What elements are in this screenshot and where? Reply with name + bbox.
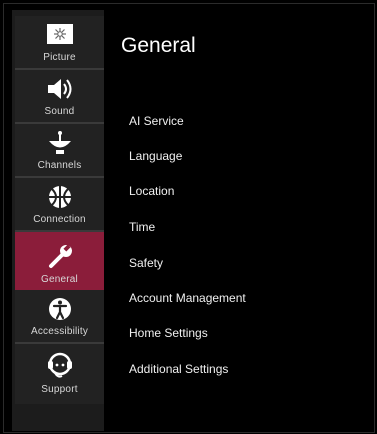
menu-item-location[interactable]: Location [129,184,174,198]
sidebar-item-label: General [41,274,78,285]
menu-item-account-management[interactable]: Account Management [129,291,246,305]
sidebar-item-picture[interactable]: Picture [15,16,104,70]
settings-content: General AI Service Language Location Tim… [105,10,373,431]
satellite-dish-icon [42,128,78,158]
sidebar-item-connection[interactable]: Connection [15,178,104,232]
sidebar-item-sound[interactable]: Sound [15,70,104,124]
picture-icon [42,20,78,50]
sidebar-item-label: Support [41,384,78,395]
menu-item-time[interactable]: Time [129,220,155,234]
menu-item-language[interactable]: Language [129,149,182,163]
sidebar-item-label: Channels [37,160,82,171]
accessibility-icon [42,294,78,324]
sidebar-item-channels[interactable]: Channels [15,124,104,178]
wrench-icon [42,242,78,272]
support-icon [42,348,78,382]
sidebar-item-support[interactable]: Support [15,344,104,404]
sidebar-item-accessibility[interactable]: Accessibility [15,290,104,344]
page-title: General [121,34,196,57]
sidebar-item-general[interactable]: General [15,232,104,290]
menu-item-additional-settings[interactable]: Additional Settings [129,362,228,376]
sidebar-item-label: Sound [44,106,75,117]
menu-item-safety[interactable]: Safety [129,256,163,270]
speaker-icon [42,74,78,104]
sidebar-item-label: Picture [43,52,76,63]
globe-icon [42,182,78,212]
sidebar-item-label: Accessibility [30,326,89,337]
sidebar-item-label: Connection [33,214,86,225]
menu-item-home-settings[interactable]: Home Settings [129,326,208,340]
settings-sidebar: Picture Sound Channels Connection Genera… [12,10,104,431]
menu-item-ai-service[interactable]: AI Service [129,114,184,128]
